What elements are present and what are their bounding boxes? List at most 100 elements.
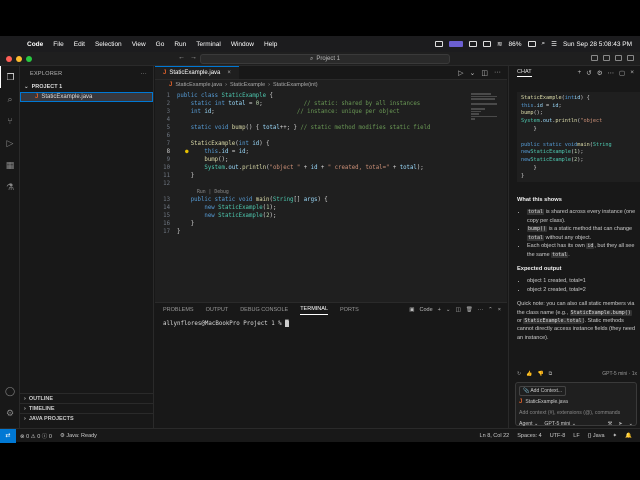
menu-run[interactable]: Run — [169, 41, 191, 48]
toggle-panel-icon[interactable] — [603, 55, 610, 61]
encoding[interactable]: UTF-8 — [550, 433, 566, 439]
notifications-icon[interactable]: 🔔 — [625, 433, 632, 439]
new-chat-icon[interactable]: + — [577, 69, 581, 77]
problems-status[interactable]: ⊗ 0 ⚠ 0 ⓘ 0 — [16, 432, 56, 440]
breadcrumb-class[interactable]: StaticExample — [230, 82, 265, 88]
run-debug-codelens[interactable]: Run | Debug — [155, 188, 507, 196]
testing-icon[interactable]: ⚗ — [0, 176, 20, 198]
control-center-icon[interactable]: ☰ — [551, 40, 557, 48]
close-icon[interactable]: × — [630, 69, 634, 77]
menu-edit[interactable]: Edit — [69, 41, 90, 48]
forward-arrow-icon[interactable]: → — [190, 54, 197, 61]
menu-terminal[interactable]: Terminal — [191, 41, 226, 48]
more-actions-icon[interactable]: ⋯ — [608, 69, 615, 77]
terminal[interactable]: allynflores@MacBookPro Project 1 % █ — [155, 317, 507, 331]
tray-icon[interactable] — [435, 41, 444, 47]
battery-label[interactable]: 86% — [508, 41, 521, 48]
lightbulb-icon[interactable]: ● — [185, 148, 189, 155]
model-picker[interactable]: GPT-5 mini ⌄ — [544, 421, 576, 427]
tab-debug-console[interactable]: DEBUG CONSOLE — [240, 307, 288, 313]
end-of-line[interactable]: LF — [573, 433, 579, 439]
tools-icon[interactable]: ⚒ — [608, 421, 613, 427]
back-arrow-icon[interactable]: ← — [178, 54, 185, 61]
context-file-chip[interactable]: J StaticExample.java — [519, 399, 633, 405]
split-editor-icon[interactable]: ◫ — [481, 69, 488, 77]
split-terminal-icon[interactable]: ◫ — [455, 307, 460, 313]
menu-view[interactable]: View — [127, 41, 151, 48]
tab-ports[interactable]: PORTS — [340, 307, 359, 313]
toggle-secondary-sidebar-icon[interactable] — [615, 55, 622, 61]
more-actions-icon[interactable]: ··· — [478, 307, 484, 313]
explorer-icon[interactable]: ❐ — [0, 66, 20, 88]
search-icon[interactable]: ⌕ — [542, 40, 546, 48]
menu-app[interactable]: Code — [22, 41, 48, 48]
gear-icon[interactable]: ⚙ — [0, 402, 20, 424]
editor-tab[interactable]: J StaticExample.java × — [155, 66, 239, 79]
thumbs-down-icon[interactable]: 👎 — [537, 371, 543, 377]
gear-icon[interactable]: ⚙ — [597, 69, 603, 77]
remote-icon[interactable]: ⇄ — [0, 428, 16, 443]
tray-icon[interactable] — [483, 41, 492, 47]
copilot-icon[interactable]: ✦ — [613, 433, 618, 439]
run-icon[interactable]: ▷ — [458, 69, 463, 77]
tab-problems[interactable]: PROBLEMS — [163, 307, 194, 313]
chevron-down-icon[interactable]: ⌄ — [470, 69, 476, 77]
clock[interactable]: Sun Sep 28 5:08:43 PM — [563, 41, 632, 48]
menu-file[interactable]: File — [48, 41, 68, 48]
history-icon[interactable]: ↺ — [586, 69, 591, 77]
chat-input-placeholder[interactable]: Add context (#), extensions (@), command… — [519, 410, 633, 416]
retry-icon[interactable]: ↻ — [517, 371, 521, 377]
zoom-window-button[interactable] — [26, 55, 32, 62]
language-mode[interactable]: {} Java — [588, 433, 605, 439]
run-debug-icon[interactable]: ▷ — [0, 132, 20, 154]
breadcrumb-method[interactable]: StaticExample(int) — [273, 82, 318, 88]
more-actions-icon[interactable]: ··· — [494, 69, 501, 76]
close-window-button[interactable] — [6, 55, 12, 62]
command-center[interactable]: ⌕ Project 1 — [200, 54, 450, 64]
tab-output[interactable]: OUTPUT — [206, 307, 229, 313]
chat-code-block[interactable]: StaticExample(int id) { this. id = id; bu… — [517, 92, 640, 182]
tray-icon[interactable] — [469, 41, 478, 47]
send-icon[interactable]: ➤ — [618, 421, 622, 427]
account-icon[interactable]: ◯ — [0, 380, 20, 402]
indentation[interactable]: Spaces: 4 — [517, 433, 541, 439]
java-status[interactable]: ⚙ Java: Ready — [56, 433, 101, 439]
minimize-window-button[interactable] — [16, 55, 22, 62]
minimap[interactable] — [471, 92, 499, 132]
maximize-icon[interactable]: ▢ — [619, 69, 625, 77]
chat-input-box[interactable]: 📎 Add Context... J StaticExample.java Ad… — [515, 382, 637, 427]
menu-window[interactable]: Window — [226, 41, 259, 48]
project-folder[interactable]: ⌄ PROJECT 1 — [20, 82, 153, 92]
close-icon[interactable]: × — [498, 307, 501, 313]
thumbs-up-icon[interactable]: 👍 — [526, 371, 532, 377]
trash-icon[interactable]: 🗑 — [466, 307, 473, 313]
outline-section[interactable]: › OUTLINE — [20, 393, 154, 403]
mode-picker[interactable]: Agent ⌄ — [519, 421, 538, 427]
more-actions-icon[interactable]: ··· — [141, 71, 153, 77]
copy-icon[interactable]: ⧉ — [549, 371, 553, 377]
timeline-section[interactable]: › TIMELINE — [20, 403, 154, 413]
terminal-shell-label[interactable]: Code — [420, 307, 433, 313]
maximize-panel-icon[interactable]: ⌃ — [488, 307, 493, 313]
plus-icon[interactable]: + — [438, 307, 441, 313]
source-control-icon[interactable]: ⑂ — [0, 110, 20, 132]
menu-selection[interactable]: Selection — [90, 41, 127, 48]
search-icon[interactable]: ⌕ — [0, 88, 20, 110]
add-context-button[interactable]: 📎 Add Context... — [519, 386, 567, 396]
java-projects-section[interactable]: › JAVA PROJECTS — [20, 413, 154, 423]
code-editor[interactable]: 1 public class StaticExample { 2 static i… — [155, 92, 507, 236]
toggle-sidebar-icon[interactable] — [591, 55, 598, 61]
extensions-icon[interactable]: ▦ — [0, 154, 20, 176]
file-item[interactable]: J StaticExample.java — [20, 92, 153, 102]
chevron-down-icon[interactable]: ⌄ — [446, 307, 451, 313]
menu-go[interactable]: Go — [151, 41, 170, 48]
screen-record-icon[interactable] — [449, 41, 464, 47]
customize-layout-icon[interactable] — [627, 55, 634, 61]
tab-terminal[interactable]: TERMINAL — [300, 306, 328, 315]
wifi-icon[interactable]: ≋ — [497, 40, 502, 48]
menu-help[interactable]: Help — [259, 41, 282, 48]
chevron-down-icon[interactable]: ⌄ — [629, 421, 633, 427]
breadcrumb-file[interactable]: StaticExample.java — [175, 82, 222, 88]
close-icon[interactable]: × — [227, 70, 231, 76]
cursor-position[interactable]: Ln 8, Col 22 — [480, 433, 510, 439]
